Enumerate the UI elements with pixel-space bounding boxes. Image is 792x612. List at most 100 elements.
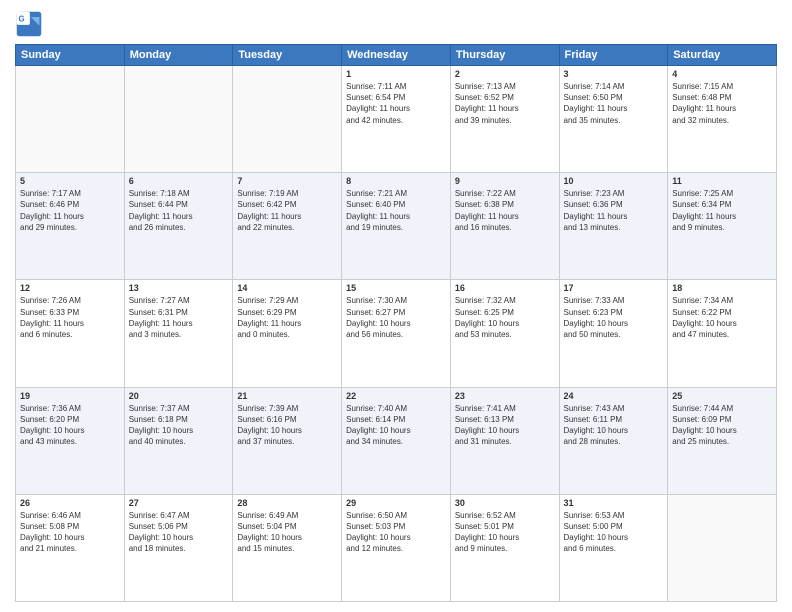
day-number: 16 — [455, 283, 555, 293]
day-number: 20 — [129, 391, 229, 401]
calendar-cell: 3Sunrise: 7:14 AM Sunset: 6:50 PM Daylig… — [559, 66, 668, 173]
day-number: 4 — [672, 69, 772, 79]
header-row: SundayMondayTuesdayWednesdayThursdayFrid… — [16, 45, 777, 66]
day-info: Sunrise: 7:41 AM Sunset: 6:13 PM Dayligh… — [455, 403, 555, 448]
day-info: Sunrise: 7:34 AM Sunset: 6:22 PM Dayligh… — [672, 295, 772, 340]
day-header-sunday: Sunday — [16, 45, 125, 66]
day-info: Sunrise: 7:40 AM Sunset: 6:14 PM Dayligh… — [346, 403, 446, 448]
day-info: Sunrise: 7:21 AM Sunset: 6:40 PM Dayligh… — [346, 188, 446, 233]
calendar-cell: 6 Sunrise: 7:18 AM Sunset: 6:44 PM Daylig… — [124, 173, 233, 280]
logo: G — [15, 10, 47, 38]
day-info: Sunrise: 7:29 AM Sunset: 6:29 PM Dayligh… — [237, 295, 337, 340]
calendar-cell: 12Sunrise: 7:26 AM Sunset: 6:33 PM Dayli… — [16, 280, 125, 387]
day-info: Sunrise: 7:15 AM Sunset: 6:48 PM Dayligh… — [672, 81, 772, 126]
day-header-saturday: Saturday — [668, 45, 777, 66]
day-number: 17 — [564, 283, 664, 293]
svg-text:G: G — [19, 14, 25, 23]
calendar-cell: 4 Sunrise: 7:15 AM Sunset: 6:48 PM Daylig… — [668, 66, 777, 173]
day-number: 30 — [455, 498, 555, 508]
day-info: Sunrise: 6:49 AM Sunset: 5:04 PM Dayligh… — [237, 510, 337, 555]
calendar-cell: 17 Sunrise: 7:33 AM Sunset: 6:23 PM Dayli… — [559, 280, 668, 387]
day-number: 31 — [564, 498, 664, 508]
calendar-cell — [668, 494, 777, 601]
calendar-cell: 24 Sunrise: 7:43 AM Sunset: 6:11 PM Dayli… — [559, 387, 668, 494]
day-info: Sunrise: 7:26 AM Sunset: 6:33 PM Dayligh… — [20, 295, 120, 340]
day-info: Sunrise: 7:18 AM Sunset: 6:44 PM Dayligh… — [129, 188, 229, 233]
day-info: Sunrise: 7:23 AM Sunset: 6:36 PM Dayligh… — [564, 188, 664, 233]
day-number: 1 — [346, 69, 446, 79]
calendar-cell — [16, 66, 125, 173]
calendar-table: SundayMondayTuesdayWednesdayThursdayFrid… — [15, 44, 777, 602]
calendar-cell: 31Sunrise: 6:53 AM Sunset: 5:00 PM Dayli… — [559, 494, 668, 601]
day-number: 11 — [672, 176, 772, 186]
calendar-cell: 8 Sunrise: 7:21 AM Sunset: 6:40 PM Daylig… — [342, 173, 451, 280]
day-info: Sunrise: 7:32 AM Sunset: 6:25 PM Dayligh… — [455, 295, 555, 340]
calendar-cell: 20 Sunrise: 7:37 AM Sunset: 6:18 PM Dayli… — [124, 387, 233, 494]
calendar-cell: 10 Sunrise: 7:23 AM Sunset: 6:36 PM Dayli… — [559, 173, 668, 280]
week-row-2: 5Sunrise: 7:17 AM Sunset: 6:46 PM Daylig… — [16, 173, 777, 280]
day-info: Sunrise: 7:27 AM Sunset: 6:31 PM Dayligh… — [129, 295, 229, 340]
calendar-cell: 2Sunrise: 7:13 AM Sunset: 6:52 PM Daylig… — [450, 66, 559, 173]
day-info: Sunrise: 6:47 AM Sunset: 5:06 PM Dayligh… — [129, 510, 229, 555]
day-number: 25 — [672, 391, 772, 401]
calendar-cell: 21 Sunrise: 7:39 AM Sunset: 6:16 PM Dayli… — [233, 387, 342, 494]
calendar-cell: 22 Sunrise: 7:40 AM Sunset: 6:14 PM Dayli… — [342, 387, 451, 494]
day-number: 21 — [237, 391, 337, 401]
day-number: 2 — [455, 69, 555, 79]
day-number: 9 — [455, 176, 555, 186]
header: G — [15, 10, 777, 38]
calendar-cell: 16 Sunrise: 7:32 AM Sunset: 6:25 PM Dayli… — [450, 280, 559, 387]
calendar-cell: 13 Sunrise: 7:27 AM Sunset: 6:31 PM Dayli… — [124, 280, 233, 387]
day-number: 13 — [129, 283, 229, 293]
calendar-cell: 27Sunrise: 6:47 AM Sunset: 5:06 PM Dayli… — [124, 494, 233, 601]
day-info: Sunrise: 7:19 AM Sunset: 6:42 PM Dayligh… — [237, 188, 337, 233]
day-header-wednesday: Wednesday — [342, 45, 451, 66]
day-info: Sunrise: 7:44 AM Sunset: 6:09 PM Dayligh… — [672, 403, 772, 448]
day-number: 22 — [346, 391, 446, 401]
day-number: 18 — [672, 283, 772, 293]
day-header-friday: Friday — [559, 45, 668, 66]
day-info: Sunrise: 7:11 AM Sunset: 6:54 PM Dayligh… — [346, 81, 446, 126]
day-number: 15 — [346, 283, 446, 293]
day-number: 24 — [564, 391, 664, 401]
day-info: Sunrise: 7:33 AM Sunset: 6:23 PM Dayligh… — [564, 295, 664, 340]
day-number: 26 — [20, 498, 120, 508]
calendar-cell: 15 Sunrise: 7:30 AM Sunset: 6:27 PM Dayli… — [342, 280, 451, 387]
day-number: 3 — [564, 69, 664, 79]
day-info: Sunrise: 7:39 AM Sunset: 6:16 PM Dayligh… — [237, 403, 337, 448]
day-info: Sunrise: 6:52 AM Sunset: 5:01 PM Dayligh… — [455, 510, 555, 555]
calendar-cell: 14 Sunrise: 7:29 AM Sunset: 6:29 PM Dayli… — [233, 280, 342, 387]
calendar-cell: 26Sunrise: 6:46 AM Sunset: 5:08 PM Dayli… — [16, 494, 125, 601]
calendar-cell: 23Sunrise: 7:41 AM Sunset: 6:13 PM Dayli… — [450, 387, 559, 494]
week-row-3: 12Sunrise: 7:26 AM Sunset: 6:33 PM Dayli… — [16, 280, 777, 387]
day-info: Sunrise: 7:37 AM Sunset: 6:18 PM Dayligh… — [129, 403, 229, 448]
week-row-1: 1 Sunrise: 7:11 AM Sunset: 6:54 PM Daylig… — [16, 66, 777, 173]
calendar-cell: 19Sunrise: 7:36 AM Sunset: 6:20 PM Dayli… — [16, 387, 125, 494]
day-info: Sunrise: 7:17 AM Sunset: 6:46 PM Dayligh… — [20, 188, 120, 233]
calendar-cell: 1 Sunrise: 7:11 AM Sunset: 6:54 PM Daylig… — [342, 66, 451, 173]
day-number: 19 — [20, 391, 120, 401]
calendar-cell: 30 Sunrise: 6:52 AM Sunset: 5:01 PM Dayli… — [450, 494, 559, 601]
calendar-cell: 7Sunrise: 7:19 AM Sunset: 6:42 PM Daylig… — [233, 173, 342, 280]
day-header-tuesday: Tuesday — [233, 45, 342, 66]
day-number: 10 — [564, 176, 664, 186]
day-number: 6 — [129, 176, 229, 186]
logo-icon: G — [15, 10, 43, 38]
day-info: Sunrise: 7:30 AM Sunset: 6:27 PM Dayligh… — [346, 295, 446, 340]
day-number: 28 — [237, 498, 337, 508]
day-number: 8 — [346, 176, 446, 186]
calendar-cell — [124, 66, 233, 173]
day-info: Sunrise: 7:22 AM Sunset: 6:38 PM Dayligh… — [455, 188, 555, 233]
calendar-cell: 18 Sunrise: 7:34 AM Sunset: 6:22 PM Dayli… — [668, 280, 777, 387]
day-info: Sunrise: 7:43 AM Sunset: 6:11 PM Dayligh… — [564, 403, 664, 448]
day-info: Sunrise: 6:50 AM Sunset: 5:03 PM Dayligh… — [346, 510, 446, 555]
calendar-cell — [233, 66, 342, 173]
calendar-cell: 29 Sunrise: 6:50 AM Sunset: 5:03 PM Dayli… — [342, 494, 451, 601]
week-row-4: 19Sunrise: 7:36 AM Sunset: 6:20 PM Dayli… — [16, 387, 777, 494]
day-info: Sunrise: 7:25 AM Sunset: 6:34 PM Dayligh… — [672, 188, 772, 233]
calendar-page: G SundayMondayTuesdayWednesdayThursdayFr… — [0, 0, 792, 612]
calendar-cell: 28 Sunrise: 6:49 AM Sunset: 5:04 PM Dayli… — [233, 494, 342, 601]
calendar-cell: 5Sunrise: 7:17 AM Sunset: 6:46 PM Daylig… — [16, 173, 125, 280]
day-number: 14 — [237, 283, 337, 293]
day-number: 29 — [346, 498, 446, 508]
